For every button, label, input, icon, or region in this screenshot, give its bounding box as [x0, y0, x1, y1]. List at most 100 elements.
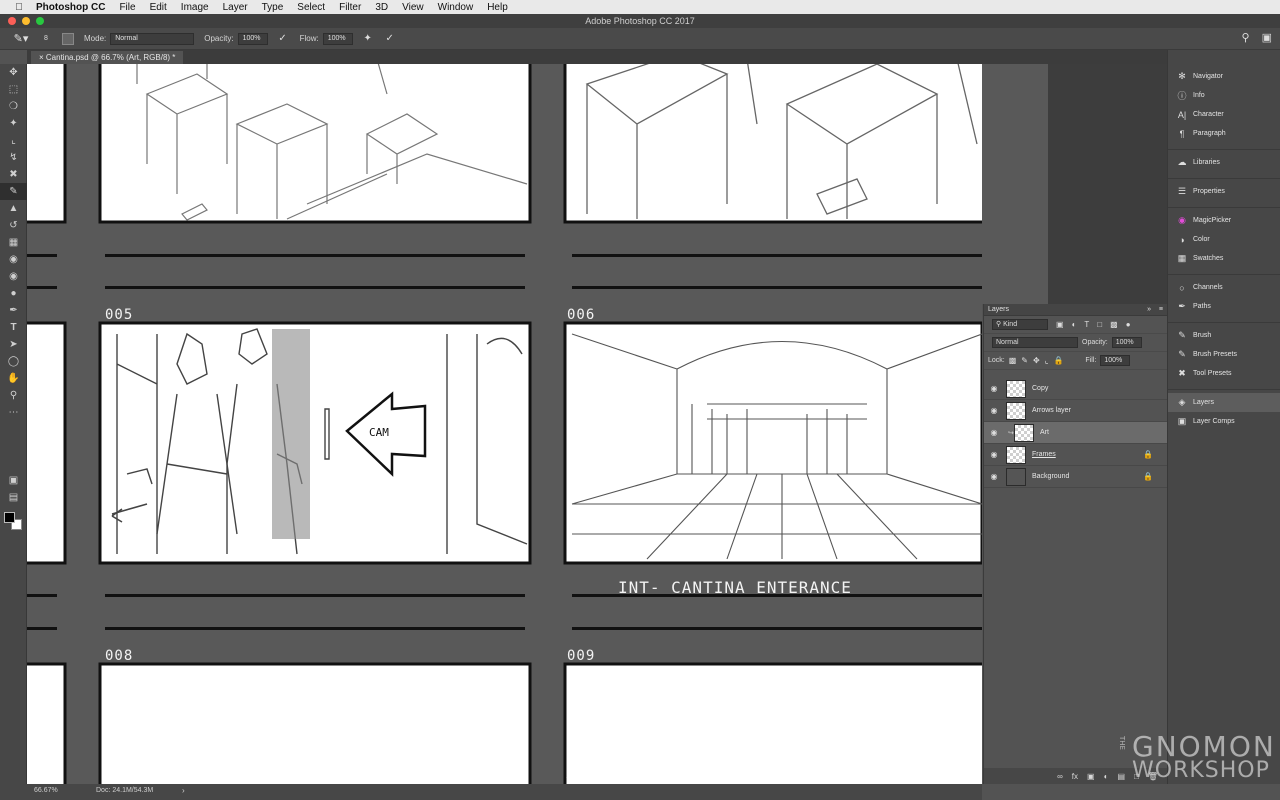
lasso-tool-icon[interactable]: ❍ — [0, 98, 27, 115]
dock-color[interactable]: ◑ Color — [1168, 230, 1280, 249]
crop-tool-icon[interactable]: ⌞ — [0, 132, 27, 149]
filter-pixel-icon[interactable]: ▣ — [1056, 320, 1064, 329]
search-icon[interactable]: ⚲ — [1242, 31, 1250, 44]
dock-swatches[interactable]: ▦ Swatches — [1168, 249, 1280, 268]
workspace-icon[interactable]: ▣ — [1262, 31, 1272, 44]
visibility-eye-icon[interactable]: ◉ — [984, 472, 1004, 481]
menu-window[interactable]: Window — [438, 2, 474, 13]
layers-panel-title[interactable]: Layers — [988, 306, 1009, 313]
filter-adjustment-icon[interactable]: ◐ — [1072, 320, 1077, 329]
dock-info[interactable]: ⓘ Info — [1168, 86, 1280, 105]
dock-tool-presets[interactable]: ✖ Tool Presets — [1168, 364, 1280, 383]
chevron-right-icon[interactable]: › — [182, 786, 185, 795]
menu-app-name[interactable]: Photoshop CC — [36, 2, 105, 13]
dock-brush[interactable]: ✎ Brush — [1168, 326, 1280, 345]
pressure-size-icon[interactable]: ✓ — [383, 33, 397, 44]
paint-bucket-tool-icon[interactable]: ◉ — [0, 251, 27, 268]
opacity-input[interactable]: 100% — [237, 32, 268, 45]
menu-3d[interactable]: 3D — [375, 2, 388, 13]
close-tab-icon[interactable]: × — [39, 53, 46, 62]
brush-tool-icon[interactable]: ✎ — [0, 183, 27, 200]
dock-character[interactable]: A| Character — [1168, 105, 1280, 124]
menu-type[interactable]: Type — [262, 2, 284, 13]
pen-tool-icon[interactable]: ✒ — [0, 302, 27, 319]
more-tools-icon[interactable]: ⋯ — [0, 404, 27, 421]
type-tool-icon[interactable]: T — [0, 319, 27, 336]
menu-view[interactable]: View — [402, 2, 424, 13]
fx-icon[interactable]: fx — [1072, 772, 1078, 781]
minimize-window-button[interactable] — [22, 17, 30, 25]
add-mask-icon[interactable]: ▣ — [1087, 772, 1095, 781]
menu-select[interactable]: Select — [297, 2, 325, 13]
visibility-eye-icon[interactable]: ◉ — [984, 406, 1004, 415]
document-tab[interactable]: × Cantina.psd @ 66.7% (Art, RGB/8) * — [31, 51, 184, 64]
zoom-level[interactable]: 66.67% — [34, 787, 58, 794]
quick-mask-icon[interactable]: ▣ — [0, 472, 27, 489]
menu-filter[interactable]: Filter — [339, 2, 361, 13]
foreground-color-swatch[interactable] — [4, 512, 15, 523]
menu-file[interactable]: File — [119, 2, 135, 13]
layer-row-frames[interactable]: ◉ Frames 🔒 — [984, 444, 1167, 466]
blend-mode-select[interactable]: Normal — [992, 337, 1078, 348]
lock-pixels-icon[interactable]: ✎ — [1021, 356, 1028, 365]
close-window-button[interactable] — [8, 17, 16, 25]
blur-tool-icon[interactable]: ◉ — [0, 268, 27, 285]
lock-transparent-icon[interactable]: ▩ — [1009, 356, 1017, 365]
quick-select-tool-icon[interactable]: ✦ — [0, 115, 27, 132]
brush-panel-toggle-icon[interactable] — [62, 32, 74, 45]
fill-input[interactable]: 100% — [1100, 355, 1131, 366]
dock-properties[interactable]: ☰ Properties — [1168, 182, 1280, 201]
healing-tool-icon[interactable]: ✖ — [0, 166, 27, 183]
visibility-eye-icon[interactable]: ◉ — [984, 384, 1004, 393]
brush-tool-preset-icon[interactable]: ✎▾ — [10, 31, 32, 47]
layer-opacity-input[interactable]: 100% — [1111, 337, 1142, 348]
canvas-area[interactable]: CAM 005 006 008 009 INT- CANTINA ENTERAN… — [27, 64, 982, 784]
lock-position-icon[interactable]: ✥ — [1033, 356, 1040, 365]
layer-row-background[interactable]: ◉ Background 🔒 — [984, 466, 1167, 488]
visibility-eye-icon[interactable]: ◉ — [984, 428, 1004, 437]
shape-tool-icon[interactable]: ◯ — [0, 353, 27, 370]
zoom-window-button[interactable] — [36, 17, 44, 25]
filter-kind-select[interactable]: ⚲ Kind — [992, 319, 1048, 330]
dodge-tool-icon[interactable]: ● — [0, 285, 27, 302]
dock-channels[interactable]: ○ Channels — [1168, 278, 1280, 297]
menu-image[interactable]: Image — [181, 2, 209, 13]
dock-libraries[interactable]: ☁ Libraries — [1168, 153, 1280, 172]
layer-row-arrows[interactable]: ◉ Arrows layer — [984, 400, 1167, 422]
filter-shape-icon[interactable]: □ — [1097, 320, 1102, 329]
path-select-tool-icon[interactable]: ➤ — [0, 336, 27, 353]
screen-mode-icon[interactable]: ▤ — [0, 489, 27, 506]
link-layers-icon[interactable]: ∞ — [1057, 772, 1063, 781]
zoom-tool-icon[interactable]: ⚲ — [0, 387, 27, 404]
lock-all-icon[interactable]: 🔒 — [1053, 356, 1063, 365]
hand-tool-icon[interactable]: ✋ — [0, 370, 27, 387]
eyedropper-tool-icon[interactable]: ↯ — [0, 149, 27, 166]
dock-navigator[interactable]: ✻ Navigator — [1168, 67, 1280, 86]
menu-edit[interactable]: Edit — [150, 2, 167, 13]
history-brush-tool-icon[interactable]: ↺ — [0, 217, 27, 234]
dock-paragraph[interactable]: ¶ Paragraph — [1168, 124, 1280, 143]
dock-brush-presets[interactable]: ✎ Brush Presets — [1168, 345, 1280, 364]
filter-toggle-icon[interactable]: ● — [1126, 320, 1131, 329]
menu-layer[interactable]: Layer — [223, 2, 248, 13]
adjustment-layer-icon[interactable]: ◐ — [1104, 772, 1109, 781]
filter-type-icon[interactable]: T — [1084, 320, 1089, 329]
dock-magicpicker[interactable]: ◉ MagicPicker — [1168, 211, 1280, 230]
mode-select[interactable]: Normal — [110, 32, 195, 45]
dock-paths[interactable]: ✒ Paths — [1168, 297, 1280, 316]
marquee-tool-icon[interactable]: ⬚ — [0, 81, 27, 98]
airbrush-icon[interactable]: ✦ — [361, 33, 375, 44]
pressure-opacity-icon[interactable]: ✓ — [276, 33, 290, 44]
collapse-panel-icon[interactable]: » — [1147, 304, 1151, 316]
flow-input[interactable]: 100% — [322, 32, 353, 45]
dock-layers[interactable]: ◈ Layers — [1168, 393, 1280, 412]
move-tool-icon[interactable]: ✥ — [0, 64, 27, 81]
brush-size-value[interactable]: 8 — [36, 35, 56, 42]
stamp-tool-icon[interactable]: ▲ — [0, 200, 27, 217]
lock-artboard-icon[interactable]: ⌞ — [1045, 356, 1049, 365]
panel-menu-icon[interactable]: ≡ — [1159, 304, 1163, 316]
visibility-eye-icon[interactable]: ◉ — [984, 450, 1004, 459]
menu-help[interactable]: Help — [487, 2, 508, 13]
filter-smart-object-icon[interactable]: ▩ — [1110, 320, 1118, 329]
layer-row-copy[interactable]: ◉ Copy — [984, 378, 1167, 400]
